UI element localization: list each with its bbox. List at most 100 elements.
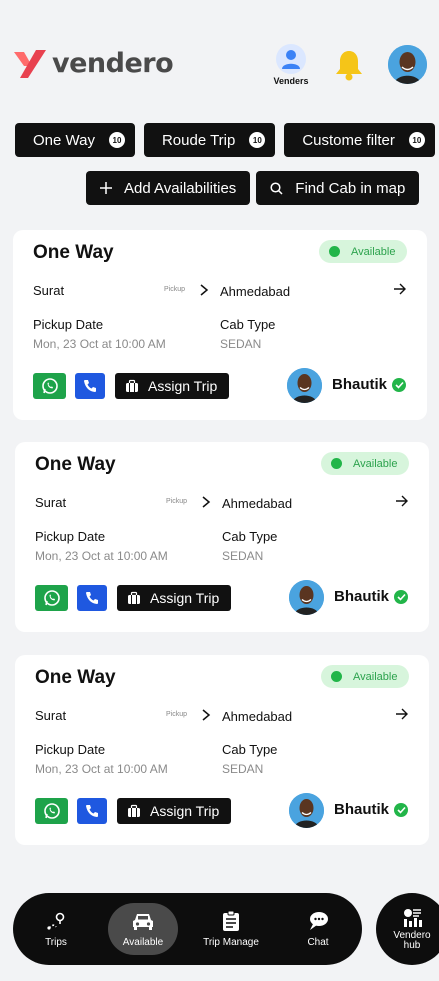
notification-bell-icon[interactable] (334, 49, 364, 86)
nav-label: Trips (45, 937, 67, 948)
add-availabilities-button[interactable]: Add Availabilities (86, 171, 251, 205)
briefcase-icon (125, 379, 139, 393)
clipboard-icon (222, 910, 240, 932)
assign-trip-button[interactable]: Assign Trip (117, 585, 231, 611)
app-header: vendero Venders (0, 0, 439, 100)
pickup-tag: Pickup (166, 711, 188, 718)
assign-trip-button[interactable]: Assign Trip (115, 373, 229, 399)
assign-trip-label: Assign Trip (150, 803, 220, 819)
brand-logo: vendero (12, 46, 174, 80)
call-button[interactable] (75, 373, 105, 399)
verified-check-icon (392, 378, 406, 392)
filter-count-badge: 10 (108, 132, 125, 148)
filter-label: Custome filter (302, 131, 395, 149)
filter-one-way[interactable]: One Way 10 (15, 123, 135, 157)
status-dot-icon (331, 671, 342, 682)
plus-icon (100, 182, 112, 194)
nav-label: Available (122, 937, 164, 948)
pickup-date-value: Mon, 23 Oct at 10:00 AM (33, 337, 166, 351)
pickup-tag: Pickup (166, 498, 188, 505)
whatsapp-button[interactable] (35, 798, 68, 824)
from-city: Surat (33, 283, 65, 298)
nav-available[interactable]: Available (108, 903, 178, 955)
verified-check-icon (394, 803, 408, 817)
route-arrow-icon[interactable] (395, 707, 409, 724)
cab-type-value: SEDAN (222, 549, 264, 563)
whatsapp-icon (43, 803, 60, 819)
status-text: Available (353, 457, 398, 470)
hub-icon (376, 907, 439, 927)
driver-name: Bhautik (334, 588, 390, 605)
filter-count-badge: 10 (408, 132, 425, 148)
nav-trip-manage[interactable]: Trip Manage (196, 903, 266, 955)
filter-custom[interactable]: Custome filter 10 (284, 123, 435, 157)
driver-avatar (289, 580, 324, 615)
nav-chat[interactable]: Chat (283, 903, 353, 955)
venders-label: Venders (273, 76, 309, 86)
to-city: Ahmedabad (222, 496, 293, 511)
trip-type-title: One Way (33, 242, 114, 263)
cab-type-value: SEDAN (220, 337, 262, 351)
chevron-right-icon (201, 708, 211, 725)
nav-trips[interactable]: Trips (21, 903, 91, 955)
whatsapp-button[interactable] (35, 585, 68, 611)
pickup-date-label: Pickup Date (35, 742, 106, 757)
to-city: Ahmedabad (222, 709, 293, 724)
nav-label: Chat (307, 937, 329, 948)
cab-type-label: Cab Type (220, 317, 276, 332)
trip-card[interactable]: One Way Available Surat Pickup Ahmedabad… (13, 230, 427, 420)
hub-label-line2: hub (403, 940, 421, 951)
cab-type-label: Cab Type (222, 529, 278, 544)
status-dot-icon (329, 246, 340, 257)
pickup-date-value: Mon, 23 Oct at 10:00 AM (35, 762, 168, 776)
from-city: Surat (35, 495, 67, 510)
status-badge: Available (321, 452, 409, 475)
find-cab-label: Find Cab in map (295, 179, 406, 197)
filter-round-trip[interactable]: Roude Trip 10 (143, 123, 276, 157)
trip-type-title: One Way (35, 667, 116, 688)
search-icon (270, 181, 283, 195)
whatsapp-button[interactable] (33, 373, 66, 399)
trip-card[interactable]: One Way Available Surat Pickup Ahmedabad… (15, 655, 429, 845)
venders-avatar (276, 44, 306, 74)
whatsapp-icon (41, 378, 58, 394)
driver-name: Bhautik (332, 376, 388, 393)
vendero-logo-icon (14, 50, 46, 78)
assign-trip-label: Assign Trip (148, 378, 218, 394)
assign-trip-label: Assign Trip (150, 590, 220, 606)
chevron-right-icon (201, 495, 211, 512)
cab-type-value: SEDAN (222, 762, 264, 776)
driver-avatar (289, 793, 324, 828)
briefcase-icon (127, 804, 141, 818)
bottom-navigation: Trips Available Trip Manage Chat (13, 893, 362, 965)
add-availabilities-label: Add Availabilities (124, 179, 237, 197)
pickup-date-label: Pickup Date (35, 529, 106, 544)
phone-icon (86, 592, 98, 604)
whatsapp-icon (43, 590, 60, 606)
chat-icon (307, 910, 329, 932)
call-button[interactable] (77, 798, 107, 824)
route-arrow-icon[interactable] (393, 282, 407, 299)
assign-trip-button[interactable]: Assign Trip (117, 798, 231, 824)
status-text: Available (351, 245, 396, 258)
trip-card[interactable]: One Way Available Surat Pickup Ahmedabad… (15, 442, 429, 632)
filter-count-badge: 10 (249, 132, 266, 148)
venders-button[interactable]: Venders (271, 44, 311, 86)
vendero-hub-button[interactable]: Vendero hub (376, 893, 439, 965)
phone-icon (86, 805, 98, 817)
verified-check-icon (394, 590, 408, 604)
to-city: Ahmedabad (220, 284, 291, 299)
find-cab-map-button[interactable]: Find Cab in map (256, 171, 420, 205)
action-buttons: Add Availabilities Find Cab in map (86, 171, 420, 205)
profile-avatar[interactable] (388, 45, 427, 84)
pickup-tag: Pickup (164, 286, 186, 293)
chevron-right-icon (199, 283, 209, 300)
cab-type-label: Cab Type (222, 742, 278, 757)
user-icon (282, 50, 300, 69)
trip-type-title: One Way (35, 454, 116, 475)
call-button[interactable] (77, 585, 107, 611)
trips-icon (46, 910, 66, 932)
phone-icon (84, 380, 96, 392)
briefcase-icon (127, 591, 141, 605)
route-arrow-icon[interactable] (395, 494, 409, 511)
